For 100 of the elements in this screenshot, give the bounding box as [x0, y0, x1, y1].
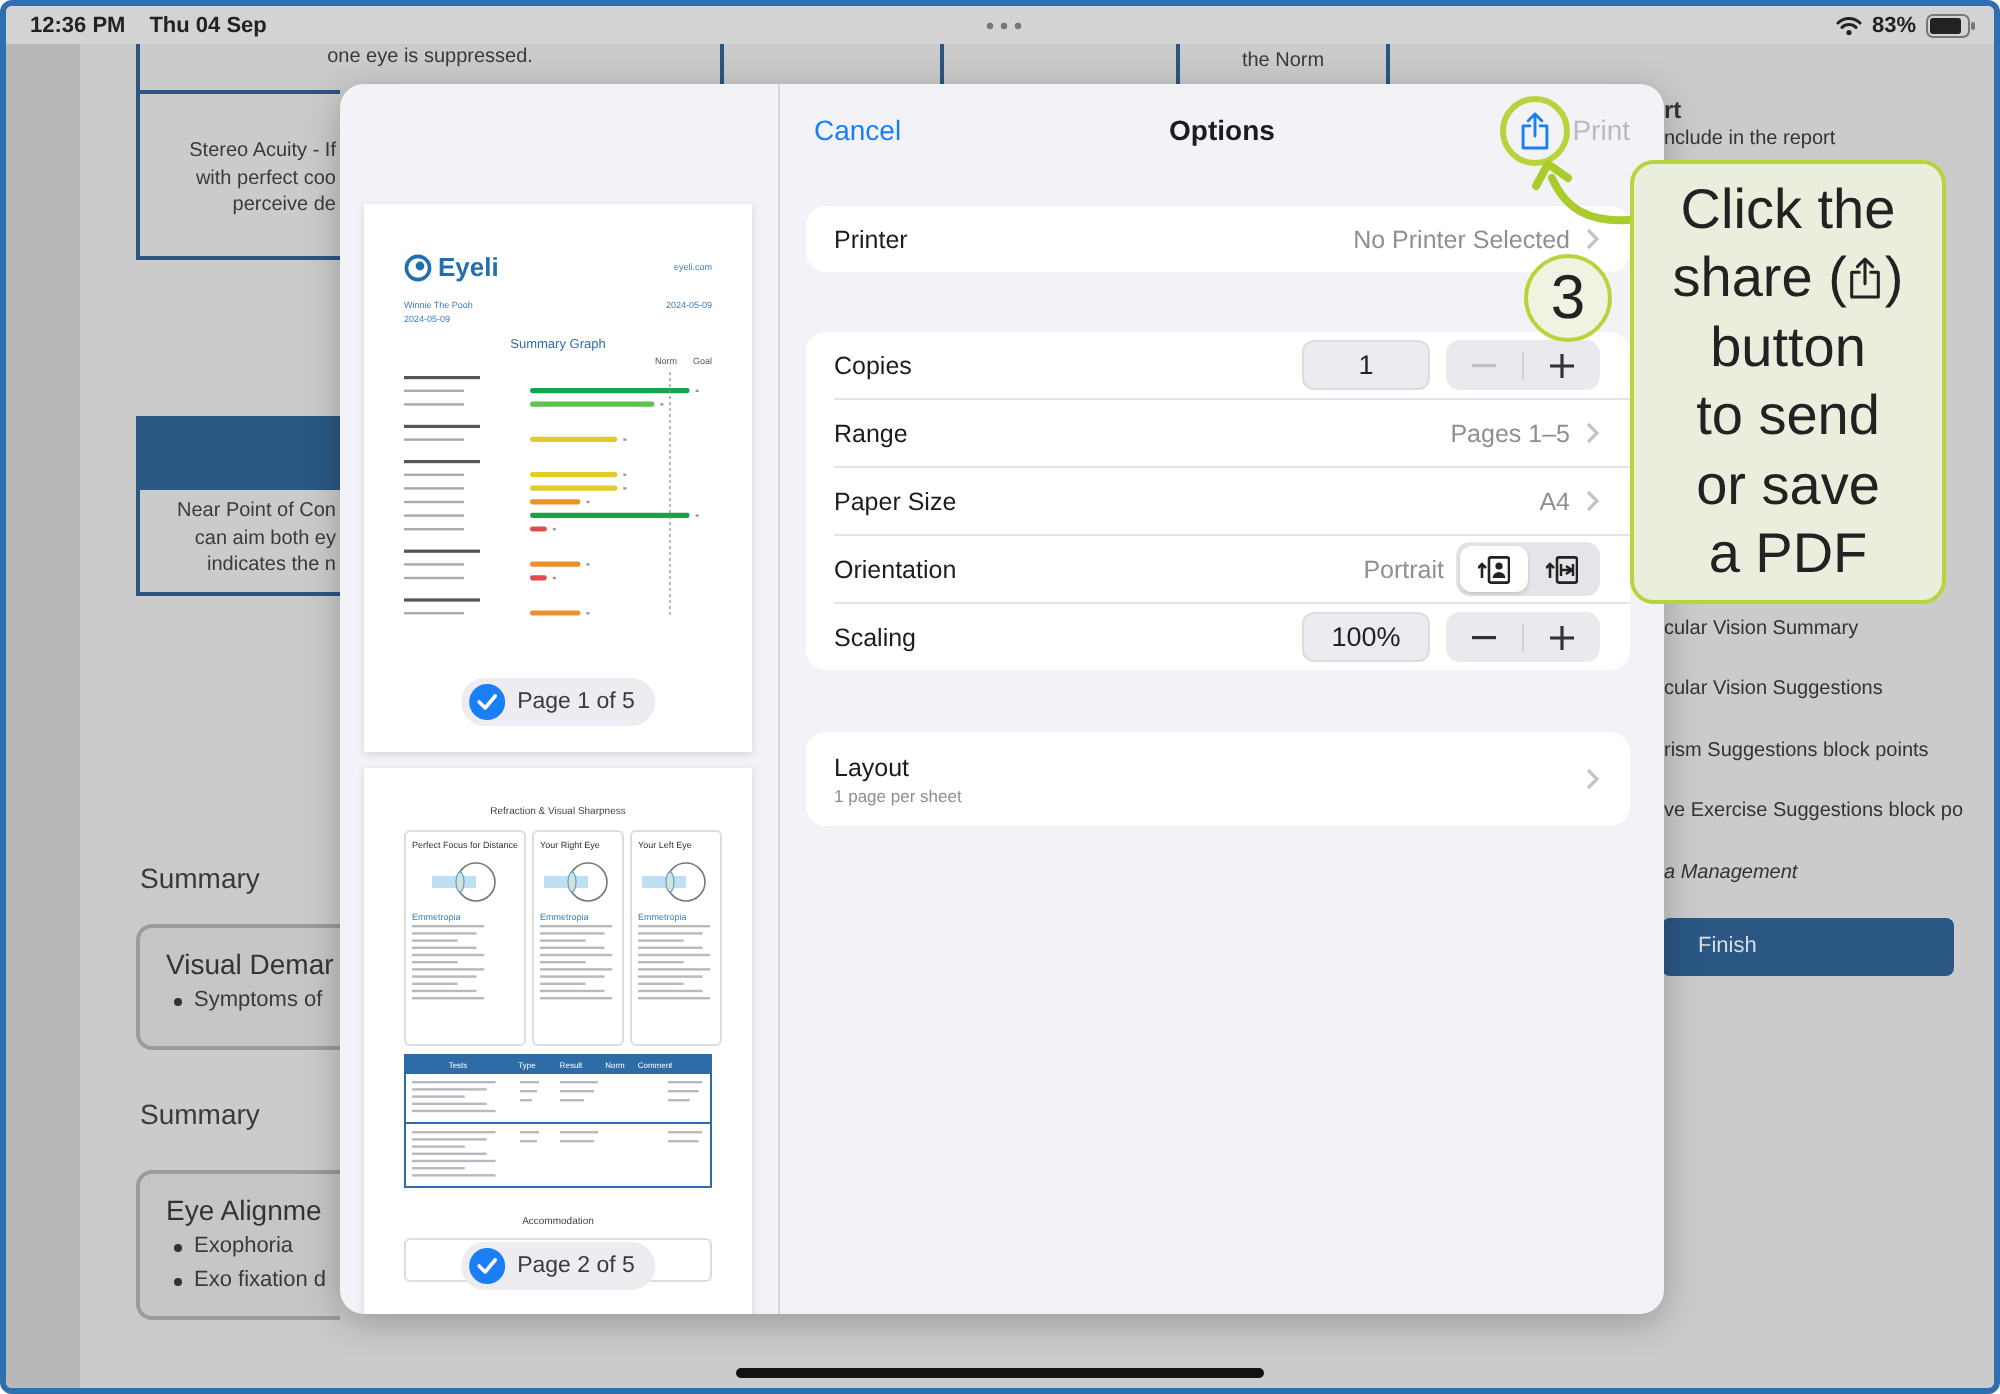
- settings-row[interactable]: Range Pages 1–5: [834, 398, 1630, 466]
- bullet-icon: [174, 1243, 182, 1251]
- share-icon: [1518, 109, 1553, 151]
- share-button[interactable]: [1518, 109, 1553, 151]
- report-option: a Management: [1664, 856, 1994, 888]
- row-label: Paper Size: [834, 487, 959, 515]
- bullet-icon: [174, 1277, 182, 1285]
- text-line: [404, 473, 464, 476]
- bullet-text: Exophoria: [194, 1232, 294, 1262]
- chart-bar: [530, 485, 618, 491]
- card-title: Eye Alignme: [166, 1192, 324, 1230]
- chevron-icon: [1586, 422, 1600, 444]
- curved-arrow: [1530, 158, 1630, 226]
- landscape-icon: [1546, 555, 1578, 583]
- row-value: Portrait: [1363, 555, 1444, 583]
- report-option: rism Suggestions block points: [1664, 734, 1994, 766]
- minus-icon: [1472, 363, 1496, 367]
- text-line: [404, 500, 464, 504]
- text-line: [404, 514, 464, 517]
- text-line: [404, 563, 464, 566]
- panel-title: rt: [1664, 96, 1684, 124]
- eye-diagram-drawing: [544, 860, 613, 904]
- report-option: ve Exercise Suggestions block po: [1664, 795, 1994, 827]
- section-heading: Summary: [140, 860, 262, 896]
- row-value: A4: [1539, 487, 1570, 515]
- text-line: [404, 549, 480, 553]
- row-label: Scaling: [834, 623, 918, 651]
- dialog-title: Options: [1169, 114, 1275, 146]
- text-line: [404, 460, 480, 464]
- report-option: cular Vision Summary: [1664, 612, 1994, 644]
- status-date: Thu 04 Sep: [149, 13, 267, 37]
- chart-bar: [530, 561, 581, 567]
- chart-bar: [530, 436, 618, 442]
- text-lines-drawing: [520, 1130, 540, 1148]
- text-lines-drawing: [520, 1080, 540, 1107]
- text-lines-drawing: [412, 924, 488, 1004]
- number-field[interactable]: 1: [1302, 340, 1430, 390]
- plus-icon: [1550, 353, 1574, 377]
- minus-icon: [1472, 635, 1496, 639]
- chart-bar: [530, 526, 547, 532]
- text-lines-drawing: [638, 924, 715, 1004]
- settings-row[interactable]: Paper Size A4: [834, 466, 1630, 534]
- text-lines-drawing: [668, 1130, 704, 1148]
- plus-icon: [1550, 625, 1574, 649]
- battery-percent: 83%: [1871, 13, 1916, 37]
- share-icon: [1846, 254, 1885, 302]
- row-label: Range: [834, 419, 910, 447]
- chart-bar: [530, 610, 581, 616]
- text-line: [404, 403, 464, 406]
- number-field[interactable]: 100%: [1302, 612, 1430, 662]
- chart-bar: [530, 575, 547, 581]
- chevron-icon: [1586, 228, 1600, 250]
- text-line: [404, 598, 480, 602]
- card-title: Visual Demar: [166, 946, 336, 984]
- row-value: No Printer Selected: [1353, 225, 1570, 253]
- chart-bar: [530, 499, 581, 505]
- logo-text: Eyeli: [438, 252, 499, 282]
- panel-subtitle: nclude in the report: [1664, 128, 1838, 150]
- row-label: Layout: [834, 753, 912, 781]
- orientation-option[interactable]: [1460, 546, 1528, 592]
- text-lines-drawing: [540, 924, 617, 1004]
- text-line: [404, 576, 464, 580]
- row-label: Orientation: [834, 555, 959, 583]
- text-line: [404, 376, 480, 380]
- more-icon: [985, 21, 1021, 29]
- text-line: [404, 424, 480, 428]
- chevron-icon: [1586, 490, 1600, 512]
- text-lines-drawing: [668, 1080, 704, 1107]
- chevron-icon: [1586, 768, 1600, 790]
- text-line: [404, 612, 464, 615]
- text-line: [404, 487, 464, 490]
- highlight-circle: [1500, 95, 1571, 165]
- eye-logo-icon: [404, 253, 432, 281]
- row-detail: 1 page per sheet: [834, 785, 964, 805]
- text-lines-drawing: [412, 1130, 500, 1181]
- status-time: 12:36 PM: [30, 13, 126, 37]
- text-line: [404, 438, 464, 441]
- wifi-icon: [1835, 15, 1862, 35]
- bullet-icon: [174, 997, 182, 1005]
- bullet-text: Exo fixation d: [194, 1266, 327, 1296]
- text-line: [404, 389, 464, 392]
- battery-icon: [1926, 13, 1976, 37]
- section-heading: Summary: [140, 1096, 262, 1132]
- page-label: Page 1 of 5: [517, 690, 635, 714]
- eye-diagram-drawing: [642, 860, 711, 904]
- chart-bar: [530, 472, 618, 478]
- chart-bar: [530, 401, 655, 407]
- text-lines-drawing: [560, 1080, 600, 1107]
- cancel-button[interactable]: Cancel: [814, 114, 902, 146]
- text-lines-drawing: [412, 1080, 500, 1116]
- callout-text: Click the share ( ) button to send or save a PDF: [1672, 175, 1904, 588]
- finish-button[interactable]: Finish: [1664, 917, 1954, 975]
- text-lines-drawing: [560, 1130, 600, 1148]
- portrait-icon: [1478, 555, 1510, 583]
- report-option: cular Vision Suggestions: [1664, 673, 1994, 705]
- eye-diagram-drawing: [431, 860, 500, 904]
- bullet-text: Symptoms of: [194, 986, 323, 1016]
- text-line: [404, 528, 464, 531]
- row-label: Printer: [834, 225, 910, 253]
- row-value: Pages 1–5: [1450, 419, 1570, 447]
